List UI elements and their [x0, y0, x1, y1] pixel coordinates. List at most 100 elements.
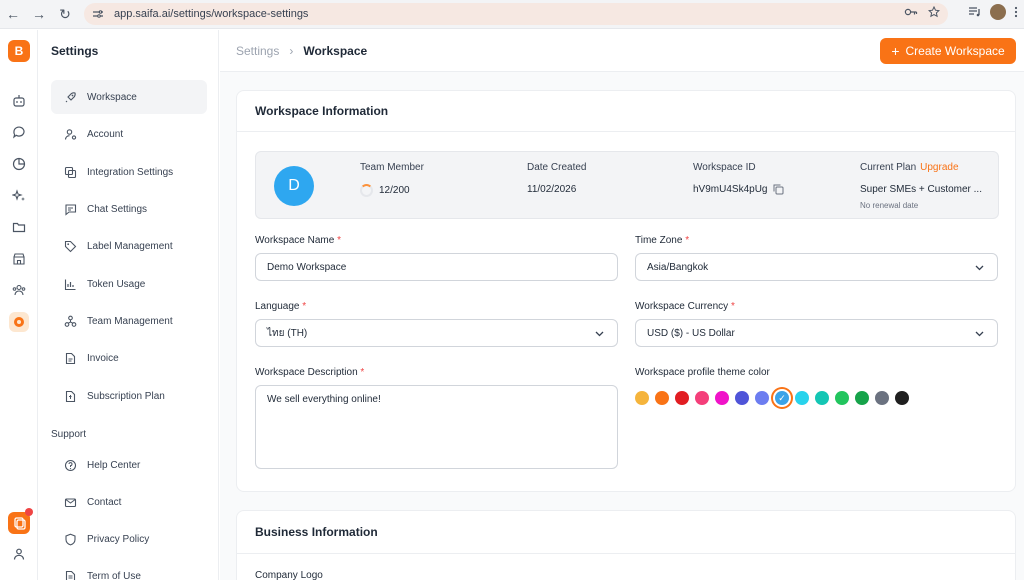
- create-workspace-button[interactable]: + Create Workspace: [880, 38, 1016, 64]
- workspace-currency-value: USD ($) - US Dollar: [647, 327, 735, 339]
- theme-color-label: Workspace profile theme color: [635, 367, 770, 378]
- theme-color-swatch[interactable]: [755, 391, 769, 405]
- url-text: app.saifa.ai/settings/workspace-settings: [114, 8, 309, 20]
- workspace-currency-select[interactable]: USD ($) - US Dollar: [635, 319, 998, 347]
- integration-icon: [63, 165, 77, 179]
- theme-color-swatch[interactable]: [715, 391, 729, 405]
- more-menu-icon[interactable]: [1014, 6, 1018, 18]
- chat-icon: [63, 202, 77, 216]
- business-information-card: Business Information Company Logo: [236, 510, 1016, 580]
- invoice-icon: [63, 351, 77, 365]
- team-member-value: 12/200: [379, 185, 410, 196]
- store-icon[interactable]: [9, 249, 29, 269]
- main-content: Settings › Workspace + Create Workspace …: [220, 30, 1024, 580]
- chevron-right-icon: ›: [289, 44, 294, 58]
- workspace-name-label: Workspace Name *: [255, 235, 341, 246]
- sidebar-item-workspace[interactable]: Workspace: [51, 80, 207, 114]
- theme-color-swatch[interactable]: ✓: [775, 391, 789, 405]
- back-icon[interactable]: ←: [0, 1, 26, 27]
- users-icon[interactable]: [9, 280, 29, 300]
- workspace-avatar: D: [274, 166, 314, 206]
- business-information-title: Business Information: [255, 525, 378, 539]
- sparkles-icon[interactable]: [9, 186, 29, 206]
- time-zone-select[interactable]: Asia/Bangkok: [635, 253, 998, 281]
- language-select[interactable]: ไทย (TH): [255, 319, 618, 347]
- reload-icon[interactable]: ↻: [52, 1, 78, 27]
- address-bar[interactable]: app.saifa.ai/settings/workspace-settings: [84, 3, 948, 25]
- sidebar-item-contact[interactable]: Contact: [51, 485, 207, 519]
- workspace-id-info: Workspace ID hV9mU4Sk4pUg: [693, 162, 784, 195]
- create-workspace-label: Create Workspace: [905, 44, 1005, 58]
- theme-color-swatch[interactable]: [635, 391, 649, 405]
- settings-gear-icon[interactable]: [9, 312, 29, 332]
- sidebar-item-label: Integration Settings: [87, 166, 174, 178]
- sidebar-item-label-management[interactable]: Label Management: [51, 229, 207, 263]
- current-plan-info: Current Plan Upgrade Super SMEs + Custome…: [860, 162, 990, 210]
- theme-color-swatch[interactable]: [855, 391, 869, 405]
- workspace-name-input[interactable]: Demo Workspace: [255, 253, 618, 281]
- copy-icon[interactable]: [773, 184, 784, 195]
- sidebar-item-label: Chat Settings: [87, 203, 148, 215]
- theme-color-swatch[interactable]: [875, 391, 889, 405]
- sidebar-item-label: Workspace: [87, 91, 137, 103]
- theme-color-swatch[interactable]: [815, 391, 829, 405]
- pie-chart-icon[interactable]: [9, 154, 29, 174]
- date-created-info: Date Created 11/02/2026: [527, 162, 586, 195]
- sidebar-item-invoice[interactable]: Invoice: [51, 341, 207, 375]
- upgrade-link[interactable]: Upgrade: [920, 162, 958, 173]
- sidebar-item-privacy-policy[interactable]: Privacy Policy: [51, 522, 207, 556]
- notification-badge: [25, 508, 33, 516]
- app-icon-rail: B: [0, 30, 38, 580]
- sidebar-item-chat-settings[interactable]: Chat Settings: [51, 192, 207, 226]
- sidebar-item-help-center[interactable]: Help Center: [51, 448, 207, 482]
- key-icon[interactable]: [904, 6, 918, 18]
- user-profile-icon[interactable]: [9, 544, 29, 564]
- chevron-down-icon: [975, 265, 984, 271]
- folder-icon[interactable]: [9, 217, 29, 237]
- app-logo[interactable]: B: [8, 40, 30, 62]
- page-header: Settings › Workspace + Create Workspace: [220, 30, 1024, 72]
- sidebar-item-label: Term of Use: [87, 570, 141, 580]
- sidebar-item-token-usage[interactable]: Token Usage: [51, 267, 207, 301]
- current-plan-label: Current Plan: [860, 162, 917, 173]
- breadcrumb-settings[interactable]: Settings: [236, 44, 279, 58]
- team-icon: [63, 314, 77, 328]
- team-member-info: Team Member 12/200: [360, 162, 424, 197]
- workspace-description-label: Workspace Description *: [255, 367, 365, 378]
- sidebar-item-account[interactable]: Account: [51, 117, 207, 151]
- bot-icon[interactable]: [9, 91, 29, 111]
- workspace-description-textarea[interactable]: We sell everything online!: [255, 385, 618, 469]
- sidebar-item-label: Team Management: [87, 315, 173, 327]
- breadcrumb: Settings › Workspace: [236, 44, 367, 58]
- profile-avatar[interactable]: [990, 4, 1006, 20]
- chart-icon: [63, 277, 77, 291]
- check-icon: ✓: [778, 392, 786, 403]
- forward-icon[interactable]: →: [26, 1, 52, 27]
- sidebar-item-subscription-plan[interactable]: Subscription Plan: [51, 379, 207, 413]
- star-icon[interactable]: [928, 6, 940, 18]
- rocket-icon: [63, 90, 77, 104]
- site-settings-icon[interactable]: [92, 8, 104, 20]
- theme-color-swatch[interactable]: [695, 391, 709, 405]
- breadcrumb-workspace: Workspace: [303, 44, 368, 58]
- sidebar-item-term-of-use[interactable]: Term of Use: [51, 559, 207, 580]
- language-label: Language *: [255, 301, 307, 312]
- theme-color-swatch[interactable]: [655, 391, 669, 405]
- date-created-value: 11/02/2026: [527, 184, 577, 195]
- browser-toolbar: ← → ↻ app.saifa.ai/settings/workspace-se…: [0, 0, 1024, 29]
- user-gear-icon: [63, 127, 77, 141]
- media-icon[interactable]: [968, 6, 982, 18]
- help-icon: [63, 458, 77, 472]
- chat-bubble-icon[interactable]: [9, 122, 29, 142]
- theme-color-swatch[interactable]: [735, 391, 749, 405]
- theme-color-swatch[interactable]: [835, 391, 849, 405]
- sidebar-item-integration-settings[interactable]: Integration Settings: [51, 155, 207, 189]
- theme-color-swatch[interactable]: [795, 391, 809, 405]
- time-zone-value: Asia/Bangkok: [647, 261, 709, 273]
- chevron-down-icon: [975, 331, 984, 337]
- theme-color-swatch[interactable]: [675, 391, 689, 405]
- workspace-currency-label: Workspace Currency *: [635, 301, 735, 312]
- theme-color-swatch[interactable]: [895, 391, 909, 405]
- current-plan-value: Super SMEs + Customer ...: [860, 184, 982, 195]
- sidebar-item-team-management[interactable]: Team Management: [51, 304, 207, 338]
